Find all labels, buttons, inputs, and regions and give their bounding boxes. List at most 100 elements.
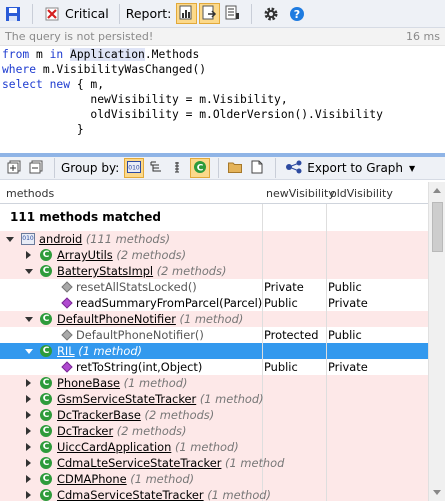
scroll-up-icon[interactable] <box>433 188 441 193</box>
row-name[interactable]: GsmServiceStateTracker <box>57 392 196 406</box>
group-by-namespace-button[interactable]: 010 <box>124 158 145 178</box>
expand-toggle[interactable] <box>26 443 31 451</box>
row-name[interactable]: readSummaryFromParcel(Parcel) <box>76 295 262 311</box>
export-to-graph-button[interactable]: Export to Graph ▼ <box>282 160 418 177</box>
save-button[interactable] <box>0 2 26 26</box>
scroll-down-icon[interactable] <box>433 490 441 495</box>
table-row[interactable]: resetAllStatsLocked() Private Public <box>0 279 428 295</box>
header-old-visibility[interactable]: oldVisibility <box>330 187 393 200</box>
class-icon: C <box>40 425 52 437</box>
class-icon: C <box>40 489 52 501</box>
help-icon: ? <box>288 5 306 23</box>
collapse-all-button[interactable] <box>26 158 46 178</box>
query-line: select new { m, <box>2 78 105 91</box>
collapse-all-icon <box>29 160 43 177</box>
critical-button[interactable]: Critical <box>39 2 113 26</box>
graph-icon <box>285 160 303 177</box>
svg-text:010: 010 <box>129 164 141 171</box>
expand-toggle[interactable] <box>25 269 33 274</box>
group-by-file-button[interactable] <box>247 158 267 178</box>
row-name[interactable]: DefaultPhoneNotifier() <box>76 327 204 343</box>
row-name[interactable]: DcTracker <box>57 424 113 438</box>
table-row[interactable]: C DefaultPhoneNotifier (1 method) <box>0 311 428 327</box>
table-row[interactable]: C ArrayUtils (2 methods) <box>0 247 428 263</box>
report-list-icon <box>225 5 240 23</box>
row-name[interactable]: PhoneBase <box>57 376 120 390</box>
table-row[interactable]: C UiccCardApplication (1 method) <box>0 439 428 455</box>
row-name[interactable]: android <box>39 232 82 246</box>
table-row[interactable]: 010 android (111 methods) <box>0 231 428 247</box>
scrollbar-thumb[interactable] <box>432 202 443 252</box>
header-new-visibility[interactable]: newVisibility <box>266 187 335 200</box>
help-button[interactable]: ? <box>284 2 310 26</box>
expand-all-button[interactable] <box>4 158 24 178</box>
group-by-list-button[interactable] <box>168 158 188 178</box>
table-row[interactable]: C DcTracker (2 methods) <box>0 423 428 439</box>
row-name[interactable]: CdmaServiceStateTracker <box>57 488 204 501</box>
expand-toggle[interactable] <box>26 411 31 419</box>
row-count: (111 methods) <box>85 232 171 246</box>
expand-toggle[interactable] <box>6 237 14 242</box>
group-by-tree-button[interactable] <box>146 158 166 178</box>
query-line: oldVisibility = m.OlderVersion().Visibil… <box>2 108 383 121</box>
row-name[interactable]: retToString(int,Object) <box>76 359 202 375</box>
results-toolbar: Group by: 010 C Export to Graph ▼ <box>0 157 445 180</box>
expand-toggle[interactable] <box>26 475 31 483</box>
expand-toggle[interactable] <box>26 459 31 467</box>
old-visibility-cell: Public <box>328 280 362 294</box>
table-row[interactable]: C CdmaLteServiceStateTracker (1 method <box>0 455 428 471</box>
row-name[interactable]: resetAllStatsLocked() <box>76 279 197 295</box>
table-row[interactable]: C PhoneBase (1 method) <box>0 375 428 391</box>
row-name[interactable]: DcTrackerBase <box>57 408 141 422</box>
new-visibility-cell: Public <box>264 360 298 374</box>
table-row[interactable]: C CdmaServiceStateTracker (1 method) <box>0 487 428 501</box>
table-row[interactable]: retToString(int,Object) Public Private <box>0 359 428 375</box>
row-name[interactable]: CDMAPhone <box>57 472 127 486</box>
expand-toggle[interactable] <box>26 491 31 499</box>
row-name[interactable]: CdmaLteServiceStateTracker <box>57 456 221 470</box>
report-list-button[interactable] <box>222 3 243 24</box>
table-row[interactable]: C GsmServiceStateTracker (1 method) <box>0 391 428 407</box>
table-row[interactable]: C CDMAPhone (1 method) <box>0 471 428 487</box>
save-icon <box>4 5 22 23</box>
critical-rule-icon <box>43 5 61 23</box>
class-icon: C <box>40 409 52 421</box>
report-export-button[interactable] <box>199 3 221 24</box>
group-by-folder-button[interactable] <box>225 158 245 178</box>
matched-count: 111 methods matched <box>10 210 162 224</box>
row-name[interactable]: ArrayUtils <box>57 248 113 262</box>
expand-toggle[interactable] <box>26 395 31 403</box>
expand-toggle[interactable] <box>26 427 31 435</box>
row-name[interactable]: RIL <box>57 344 75 358</box>
table-row[interactable]: C BatteryStatsImpl (2 methods) <box>0 263 428 279</box>
folder-icon <box>228 161 243 176</box>
method-icon <box>61 297 73 309</box>
header-methods[interactable]: methods <box>6 187 54 200</box>
settings-button[interactable] <box>258 2 284 26</box>
toolbar-separator <box>118 3 120 24</box>
row-name[interactable]: DefaultPhoneNotifier <box>57 312 176 326</box>
main-toolbar: Critical Report: ? <box>0 0 445 28</box>
vertical-scrollbar[interactable] <box>428 182 445 501</box>
table-row[interactable]: DefaultPhoneNotifier() Protected Public <box>0 327 428 343</box>
old-visibility-cell: Private <box>328 296 368 310</box>
toolbar-separator <box>251 3 253 24</box>
toolbar-separator <box>275 158 277 178</box>
toolbar-separator <box>32 3 33 24</box>
old-visibility-cell: Private <box>328 360 368 374</box>
class-icon: C <box>40 377 52 389</box>
expand-toggle[interactable] <box>26 379 31 387</box>
table-row[interactable]: readSummaryFromParcel(Parcel) Public Pri… <box>0 295 428 311</box>
expand-toggle[interactable] <box>25 349 33 354</box>
query-editor[interactable]: from m in Application.Methods where m.Vis… <box>0 46 445 149</box>
svg-text:?: ? <box>294 8 300 21</box>
table-row-selected[interactable]: C RIL (1 method) <box>0 343 428 359</box>
row-name[interactable]: UiccCardApplication <box>57 440 171 454</box>
group-by-label: Group by: <box>61 161 120 175</box>
report-bar-chart-button[interactable] <box>176 3 198 24</box>
expand-toggle[interactable] <box>25 317 33 322</box>
group-by-type-button[interactable]: C <box>190 158 211 178</box>
expand-toggle[interactable] <box>26 251 31 259</box>
row-name[interactable]: BatteryStatsImpl <box>57 264 153 278</box>
table-row[interactable]: C DcTrackerBase (2 methods) <box>0 407 428 423</box>
